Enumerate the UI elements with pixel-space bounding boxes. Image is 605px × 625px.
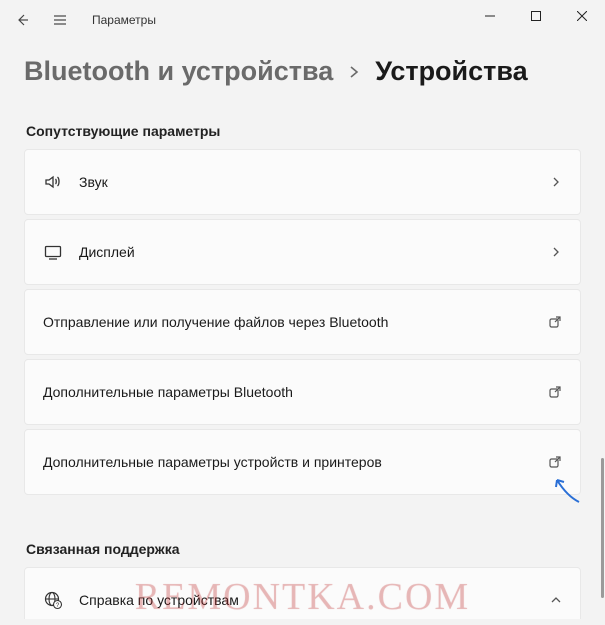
settings-item-bluetooth-advanced[interactable]: Дополнительные параметры Bluetooth — [24, 359, 581, 425]
settings-item-sound[interactable]: Звук — [24, 149, 581, 215]
settings-item-label: Дополнительные параметры Bluetooth — [43, 384, 293, 400]
display-icon — [43, 242, 79, 262]
external-link-icon — [548, 315, 562, 329]
section-header-support: Связанная поддержка — [26, 541, 581, 557]
settings-item-devices-printers[interactable]: Дополнительные параметры устройств и при… — [24, 429, 581, 495]
external-link-icon — [548, 385, 562, 399]
chevron-right-icon — [550, 246, 562, 258]
close-button[interactable] — [559, 0, 605, 32]
settings-item-bluetooth-files[interactable]: Отправление или получение файлов через B… — [24, 289, 581, 355]
back-button[interactable] — [12, 10, 32, 30]
chevron-up-icon — [550, 594, 562, 606]
app-title: Параметры — [92, 13, 156, 27]
breadcrumb-current: Устройства — [375, 56, 527, 87]
window-controls — [467, 0, 605, 32]
settings-item-help-devices[interactable]: ? Справка по устройствам — [24, 567, 581, 619]
chevron-right-icon — [347, 65, 361, 79]
menu-button[interactable] — [50, 10, 70, 30]
titlebar: Параметры — [0, 0, 605, 40]
breadcrumb: Bluetooth и устройства Устройства — [0, 40, 605, 109]
scrollbar-thumb[interactable] — [601, 458, 604, 598]
maximize-button[interactable] — [513, 0, 559, 32]
settings-item-label: Дополнительные параметры устройств и при… — [43, 454, 382, 470]
minimize-button[interactable] — [467, 0, 513, 32]
settings-item-label: Дисплей — [79, 244, 135, 260]
external-link-icon — [548, 455, 562, 469]
settings-item-display[interactable]: Дисплей — [24, 219, 581, 285]
section-header-related: Сопутствующие параметры — [26, 123, 581, 139]
speaker-icon — [43, 172, 79, 192]
globe-help-icon: ? — [43, 590, 79, 610]
content-area: Сопутствующие параметры Звук Дисплей Отп… — [0, 109, 605, 619]
settings-item-label: Справка по устройствам — [79, 592, 239, 608]
settings-item-label: Отправление или получение файлов через B… — [43, 314, 388, 330]
chevron-right-icon — [550, 176, 562, 188]
settings-item-label: Звук — [79, 174, 108, 190]
breadcrumb-parent[interactable]: Bluetooth и устройства — [24, 56, 333, 87]
